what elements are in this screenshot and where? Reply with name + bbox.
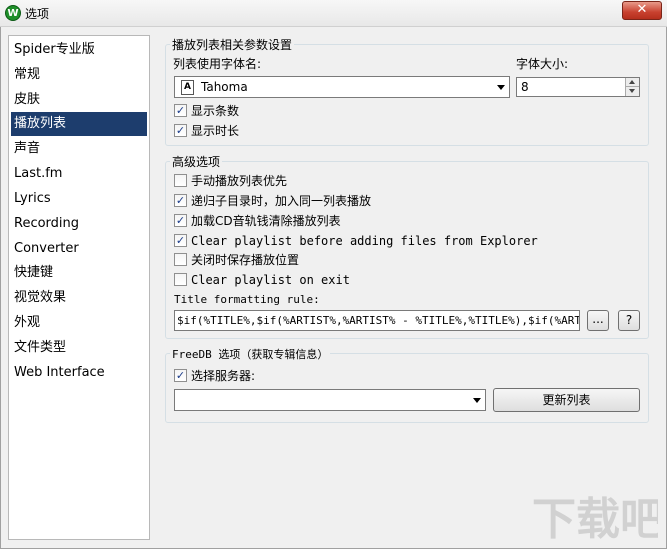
chevron-down-icon xyxy=(473,398,481,403)
font-name-dropdown[interactable]: A Tahoma xyxy=(174,76,510,98)
sidebar-item-web-interface[interactable]: Web Interface xyxy=(11,361,147,385)
font-name-label: 列表使用字体名: xyxy=(173,57,262,71)
sidebar-item-file-types[interactable]: 文件类型 xyxy=(11,336,147,360)
show-count-label: 显示条数 xyxy=(191,104,240,118)
clear-on-exit-option[interactable]: Clear playlist on exit xyxy=(174,272,474,288)
clear-before-explorer-add-checkbox[interactable]: ✓ xyxy=(174,234,187,247)
sidebar-item-spider-pro[interactable]: Spider专业版 xyxy=(11,38,147,62)
clear-on-exit-checkbox[interactable] xyxy=(174,273,187,286)
svg-text:下载吧: 下载吧 xyxy=(532,494,658,542)
watermark-logo: 下载吧 xyxy=(532,494,658,542)
help-button[interactable]: ? xyxy=(618,310,640,331)
sidebar-item-hotkeys[interactable]: 快捷键 xyxy=(11,261,147,285)
browse-rule-button[interactable]: ... xyxy=(587,310,609,331)
app-icon: W xyxy=(5,5,21,21)
save-position-on-close-option[interactable]: 关闭时保存播放位置 xyxy=(174,252,474,268)
manual-playlist-priority-option[interactable]: 手动播放列表优先 xyxy=(174,173,474,189)
sidebar-item-lastfm[interactable]: Last.fm xyxy=(11,162,147,186)
recursive-same-list-checkbox[interactable]: ✓ xyxy=(174,194,187,207)
title-bar: W 选项 ✕ xyxy=(0,0,667,27)
sidebar-item-converter[interactable]: Converter xyxy=(11,237,147,261)
font-size-stepper[interactable]: 8 xyxy=(516,77,640,97)
options-sidebar: Spider专业版 常规 皮肤 播放列表 声音 Last.fm Lyrics R… xyxy=(8,35,150,540)
font-icon: A xyxy=(181,80,194,95)
sidebar-item-lyrics[interactable]: Lyrics xyxy=(11,187,147,211)
manual-playlist-priority-checkbox[interactable] xyxy=(174,174,187,187)
save-position-on-close-label: 关闭时保存播放位置 xyxy=(191,253,300,267)
spin-down-button[interactable] xyxy=(625,87,639,96)
show-duration-checkbox[interactable]: ✓ xyxy=(174,124,187,137)
title-rule-input[interactable]: $if(%TITLE%,$if(%ARTIST%,%ARTIST% - %TIT… xyxy=(174,310,580,331)
clear-on-cd-load-label: 加载CD音轨钱清除播放列表 xyxy=(191,214,341,228)
manual-playlist-priority-label: 手动播放列表优先 xyxy=(191,174,288,188)
freedb-legend: FreeDB 选项（获取专辑信息） xyxy=(170,346,331,362)
title-rule-label: Title formatting rule: xyxy=(174,293,320,306)
font-size-label: 字体大小: xyxy=(516,57,569,71)
recursive-same-list-option[interactable]: ✓ 递归子目录时，加入同一列表播放 xyxy=(174,193,474,209)
select-server-checkbox[interactable]: ✓ xyxy=(174,369,187,382)
playlist-settings-legend: 播放列表相关参数设置 xyxy=(170,36,295,53)
spin-up-button[interactable] xyxy=(625,78,639,87)
show-duration-option[interactable]: ✓ 显示时长 xyxy=(174,123,294,139)
clear-before-explorer-add-label: Clear playlist before adding files from … xyxy=(191,234,538,248)
show-count-option[interactable]: ✓ 显示条数 xyxy=(174,103,294,119)
select-server-label: 选择服务器: xyxy=(191,369,256,383)
sidebar-item-appearance[interactable]: 外观 xyxy=(11,311,147,335)
chevron-up-icon xyxy=(629,80,635,84)
chevron-down-icon xyxy=(629,89,635,93)
window-title: 选项 xyxy=(25,7,50,21)
chevron-down-icon xyxy=(497,85,505,90)
sidebar-item-skin[interactable]: 皮肤 xyxy=(11,88,147,112)
show-duration-label: 显示时长 xyxy=(191,124,240,138)
clear-on-exit-label: Clear playlist on exit xyxy=(191,273,350,287)
save-position-on-close-checkbox[interactable] xyxy=(174,253,187,266)
clear-before-explorer-add-option[interactable]: ✓ Clear playlist before adding files fro… xyxy=(174,233,538,249)
sidebar-item-recording[interactable]: Recording xyxy=(11,212,147,236)
close-button[interactable]: ✕ xyxy=(622,1,662,20)
server-dropdown[interactable] xyxy=(174,389,486,411)
show-count-checkbox[interactable]: ✓ xyxy=(174,104,187,117)
font-size-value: 8 xyxy=(521,80,529,94)
sidebar-item-visual-effects[interactable]: 视觉效果 xyxy=(11,286,147,310)
advanced-options-legend: 高级选项 xyxy=(170,153,223,170)
sidebar-item-general[interactable]: 常规 xyxy=(11,63,147,87)
font-name-value: Tahoma xyxy=(201,80,248,94)
clear-on-cd-load-checkbox[interactable]: ✓ xyxy=(174,214,187,227)
recursive-same-list-label: 递归子目录时，加入同一列表播放 xyxy=(191,194,372,208)
sidebar-item-playlist[interactable]: 播放列表 xyxy=(11,112,147,136)
clear-on-cd-load-option[interactable]: ✓ 加载CD音轨钱清除播放列表 xyxy=(174,213,474,229)
sidebar-item-sound[interactable]: 声音 xyxy=(11,137,147,161)
refresh-list-button[interactable]: 更新列表 xyxy=(493,388,640,412)
select-server-option[interactable]: ✓ 选择服务器: xyxy=(174,368,334,384)
